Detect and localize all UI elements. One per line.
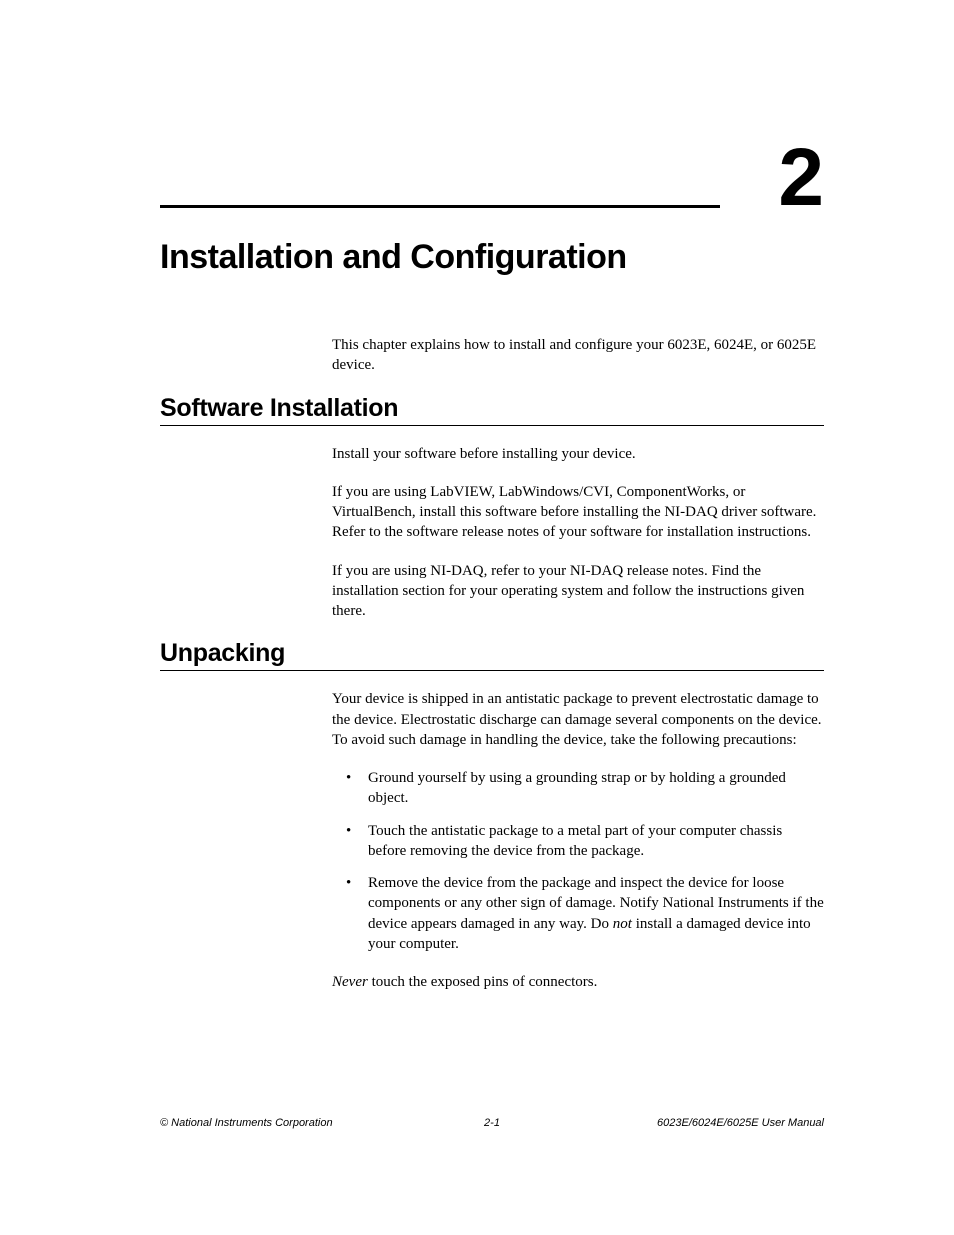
chapter-rule <box>160 205 720 208</box>
list-item: Remove the device from the package and i… <box>332 873 824 954</box>
software-p1: Install your software before installing … <box>332 444 824 464</box>
list-item: Ground yourself by using a grounding str… <box>332 768 824 809</box>
footer-right: 6023E/6024E/6025E User Manual <box>657 1117 824 1129</box>
section-heading-software: Software Installation <box>160 394 824 423</box>
page-footer: © National Instruments Corporation 2-1 6… <box>160 1117 824 1129</box>
p2-em: Never <box>332 974 368 990</box>
unpacking-bullets: Ground yourself by using a grounding str… <box>332 768 824 954</box>
section-rule <box>160 670 824 671</box>
unpacking-p1: Your device is shipped in an antistatic … <box>332 689 824 750</box>
footer-center: 2-1 <box>484 1117 500 1129</box>
software-p3: If you are using NI-DAQ, refer to your N… <box>332 561 824 622</box>
chapter-number: 2 <box>778 137 824 219</box>
footer-left: © National Instruments Corporation <box>160 1117 333 1129</box>
section-rule <box>160 425 824 426</box>
chapter-title: Installation and Configuration <box>160 238 824 277</box>
software-p2: If you are using LabVIEW, LabWindows/CVI… <box>332 482 824 543</box>
chapter-intro: This chapter explains how to install and… <box>332 335 824 376</box>
p2-post: touch the exposed pins of connectors. <box>368 974 598 990</box>
list-item: Touch the antistatic package to a metal … <box>332 821 824 862</box>
bullet-text-em: not <box>613 916 632 932</box>
section-heading-unpacking: Unpacking <box>160 639 824 668</box>
unpacking-p2: Never touch the exposed pins of connecto… <box>332 972 824 992</box>
